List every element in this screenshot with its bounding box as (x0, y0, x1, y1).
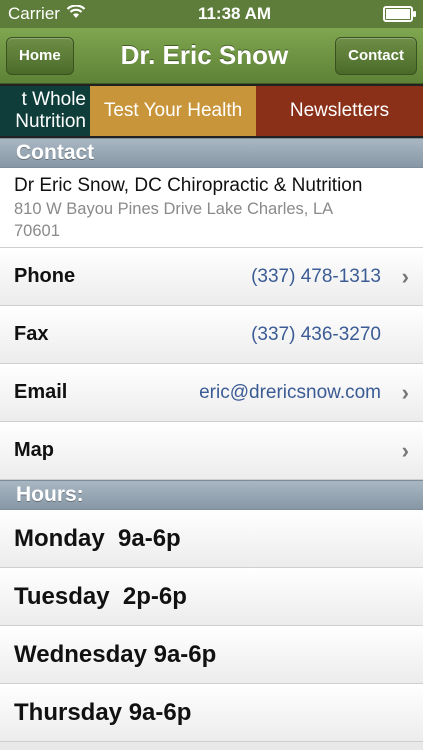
phone-value[interactable]: (337) 478-1313 (251, 266, 381, 288)
fax-label: Fax (14, 323, 49, 345)
hours-row-thursday: Thursday 9a-6p (0, 684, 423, 742)
email-value[interactable]: eric@drericsnow.com (199, 382, 381, 404)
fax-value: (337) 436-3270 (251, 323, 381, 345)
address-line-2: 70601 (14, 222, 60, 240)
practice-name: Dr Eric Snow, DC Chiropractic & Nutritio… (14, 175, 363, 196)
chevron-right-icon: › (401, 437, 409, 463)
hours-row-monday: Monday 9a-6p (0, 510, 423, 568)
tab-whole-nutrition[interactable]: t Whole Nutrition (0, 86, 90, 136)
map-label: Map (14, 439, 54, 461)
home-button[interactable]: Home (6, 36, 74, 75)
hours-row-wednesday: Wednesday 9a-6p (0, 626, 423, 684)
battery-icon (383, 6, 416, 22)
carrier-label: Carrier (8, 4, 60, 23)
tab-newsletters[interactable]: Newsletters (256, 86, 423, 136)
tab-whole-nutrition-label: t Whole Nutrition (15, 89, 86, 133)
status-bar: Carrier 11:38 AM (0, 0, 423, 28)
hours-section-header: Hours: (0, 480, 423, 510)
status-left: Carrier (8, 4, 86, 24)
tab-test-your-health[interactable]: Test Your Health (90, 86, 256, 136)
contact-section-header: Contact (0, 138, 423, 168)
tab-label-line2: Nutrition (15, 111, 86, 132)
contact-button[interactable]: Contact (335, 36, 417, 75)
fax-row: Fax (337) 436-3270 (0, 306, 423, 364)
hours-row-tuesday: Tuesday 2p-6p (0, 568, 423, 626)
phone-row[interactable]: Phone (337) 478-1313 › (0, 248, 423, 306)
page-title: Dr. Eric Snow (120, 40, 289, 70)
chevron-right-icon: › (401, 379, 409, 405)
navigation-bar: Home Dr. Eric Snow Contact (0, 28, 423, 84)
address-line-1: 810 W Bayou Pines Drive Lake Charles, LA (14, 200, 334, 218)
map-row[interactable]: Map › (0, 422, 423, 480)
email-label: Email (14, 381, 68, 403)
wifi-icon (66, 4, 86, 24)
address-cell: Dr Eric Snow, DC Chiropractic & Nutritio… (0, 168, 423, 248)
chevron-right-icon: › (401, 263, 409, 289)
category-tabs: t Whole Nutrition Test Your Health Newsl… (0, 84, 423, 138)
phone-label: Phone (14, 265, 76, 287)
email-row[interactable]: Email eric@drericsnow.com › (0, 364, 423, 422)
tab-label-line1: t Whole (21, 89, 86, 110)
status-time: 11:38 AM (197, 4, 272, 23)
